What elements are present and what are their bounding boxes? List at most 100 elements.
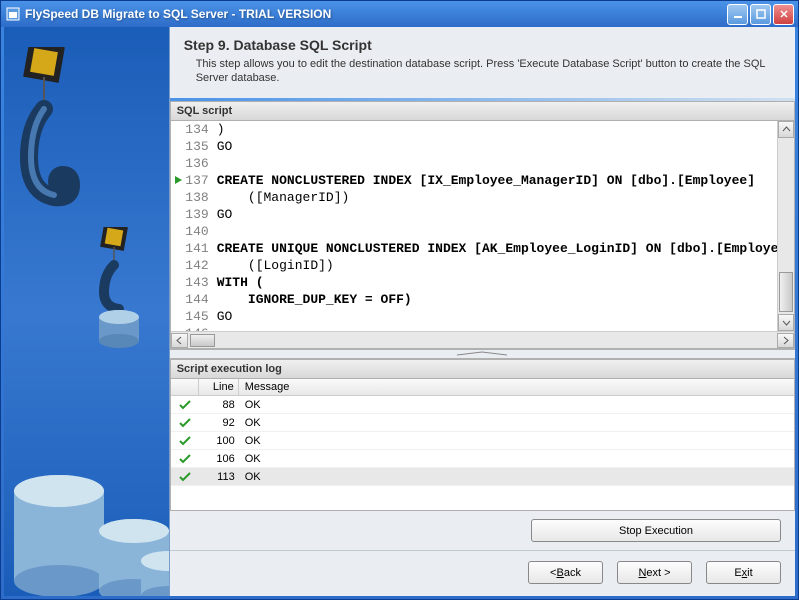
code-text: GO: [213, 308, 233, 325]
crane-hook-db-icon: [89, 227, 159, 357]
log-line-number: 106: [199, 453, 239, 465]
scroll-thumb[interactable]: [779, 272, 793, 312]
chevron-up-icon: [782, 125, 791, 134]
code-line[interactable]: 138 ([ManagerID]): [171, 189, 794, 206]
log-col-icon[interactable]: [171, 379, 199, 395]
scroll-right-button[interactable]: [777, 333, 794, 348]
log-status-icon: [171, 400, 199, 410]
code-line[interactable]: 134): [171, 121, 794, 138]
line-number: 138: [171, 189, 213, 206]
log-header-row: Line Message: [171, 379, 794, 396]
scroll-left-button[interactable]: [171, 333, 188, 348]
code-text: ([LoginID]): [213, 257, 334, 274]
line-number: 134: [171, 121, 213, 138]
step-title: Step 9. Database SQL Script: [184, 37, 781, 53]
code-line[interactable]: 140: [171, 223, 794, 240]
log-message: OK: [239, 435, 794, 447]
code-line[interactable]: 143WITH (: [171, 274, 794, 291]
line-number: 137: [171, 172, 213, 189]
scroll-down-button[interactable]: [778, 314, 794, 331]
log-col-message[interactable]: Message: [239, 379, 794, 395]
wizard-nav-row: < Back Next > Exit: [170, 550, 795, 596]
log-status-icon: [171, 418, 199, 428]
code-line[interactable]: 144 IGNORE_DUP_KEY = OFF): [171, 291, 794, 308]
horizontal-splitter[interactable]: [170, 349, 795, 359]
execution-log[interactable]: Line Message 88OK92OK100OK106OK113OK: [170, 379, 795, 511]
line-number: 143: [171, 274, 213, 291]
titlebar[interactable]: FlySpeed DB Migrate to SQL Server - TRIA…: [1, 1, 798, 27]
code-text: ([ManagerID]): [213, 189, 350, 206]
code-text: GO: [213, 206, 233, 223]
log-row[interactable]: 88OK: [171, 396, 794, 414]
minimize-button[interactable]: [727, 4, 748, 25]
stop-execution-button[interactable]: Stop Execution: [531, 519, 781, 542]
splitter-grip-icon: [452, 351, 512, 357]
log-message: OK: [239, 471, 794, 483]
maximize-button[interactable]: [750, 4, 771, 25]
sql-horizontal-scrollbar[interactable]: [171, 331, 794, 348]
code-line[interactable]: 135GO: [171, 138, 794, 155]
log-line-number: 100: [199, 435, 239, 447]
code-line[interactable]: 139GO: [171, 206, 794, 223]
line-number: 142: [171, 257, 213, 274]
wizard-header: Step 9. Database SQL Script This step al…: [170, 27, 795, 94]
log-status-icon: [171, 454, 199, 464]
log-line-number: 88: [199, 399, 239, 411]
line-number: 136: [171, 155, 213, 172]
log-panel-label: Script execution log: [170, 359, 795, 379]
code-line[interactable]: 142 ([LoginID]): [171, 257, 794, 274]
close-button[interactable]: [773, 4, 794, 25]
chevron-down-icon: [782, 318, 791, 327]
log-col-line[interactable]: Line: [199, 379, 239, 395]
database-cylinders-icon: [4, 436, 169, 596]
line-number: 135: [171, 138, 213, 155]
checkmark-icon: [178, 418, 192, 428]
checkmark-icon: [178, 400, 192, 410]
code-text: GO: [213, 138, 233, 155]
line-number: 145: [171, 308, 213, 325]
back-button[interactable]: < Back: [528, 561, 603, 584]
app-icon: [5, 6, 21, 22]
app-window: FlySpeed DB Migrate to SQL Server - TRIA…: [0, 0, 799, 600]
code-line[interactable]: 141CREATE UNIQUE NONCLUSTERED INDEX [AK_…: [171, 240, 794, 257]
code-text: IGNORE_DUP_KEY = OFF): [213, 291, 412, 308]
maximize-icon: [756, 9, 766, 19]
line-number: 144: [171, 291, 213, 308]
log-row[interactable]: 113OK: [171, 468, 794, 486]
code-text: [213, 223, 217, 240]
exit-button[interactable]: Exit: [706, 561, 781, 584]
log-line-number: 92: [199, 417, 239, 429]
log-status-icon: [171, 436, 199, 446]
line-number: 140: [171, 223, 213, 240]
code-text: [213, 155, 217, 172]
line-number: 146: [171, 325, 213, 331]
code-line[interactable]: 137CREATE NONCLUSTERED INDEX [IX_Employe…: [171, 172, 794, 189]
sql-editor[interactable]: 134)135GO136137CREATE NONCLUSTERED INDEX…: [170, 121, 795, 349]
log-message: OK: [239, 417, 794, 429]
log-row[interactable]: 100OK: [171, 432, 794, 450]
log-row[interactable]: 106OK: [171, 450, 794, 468]
checkmark-icon: [178, 472, 192, 482]
line-number: 141: [171, 240, 213, 257]
code-text: CREATE NONCLUSTERED INDEX [IX_Employee_M…: [213, 172, 755, 189]
checkmark-icon: [178, 436, 192, 446]
checkmark-icon: [178, 454, 192, 464]
scroll-track[interactable]: [778, 138, 794, 314]
window-title: FlySpeed DB Migrate to SQL Server - TRIA…: [25, 7, 727, 21]
wizard-sidebar: [4, 27, 169, 596]
code-line[interactable]: 136: [171, 155, 794, 172]
close-icon: [779, 9, 789, 19]
log-message: OK: [239, 399, 794, 411]
wizard-main: Step 9. Database SQL Script This step al…: [169, 27, 795, 596]
log-message: OK: [239, 453, 794, 465]
minimize-icon: [733, 9, 743, 19]
next-button[interactable]: Next >: [617, 561, 692, 584]
sql-vertical-scrollbar[interactable]: [777, 121, 794, 331]
log-row[interactable]: 92OK: [171, 414, 794, 432]
scroll-up-button[interactable]: [778, 121, 794, 138]
execution-pointer-icon: [173, 174, 185, 186]
code-line[interactable]: 145GO: [171, 308, 794, 325]
action-button-row: Stop Execution: [170, 511, 795, 550]
hscroll-thumb[interactable]: [190, 334, 215, 347]
chevron-left-icon: [175, 336, 184, 345]
